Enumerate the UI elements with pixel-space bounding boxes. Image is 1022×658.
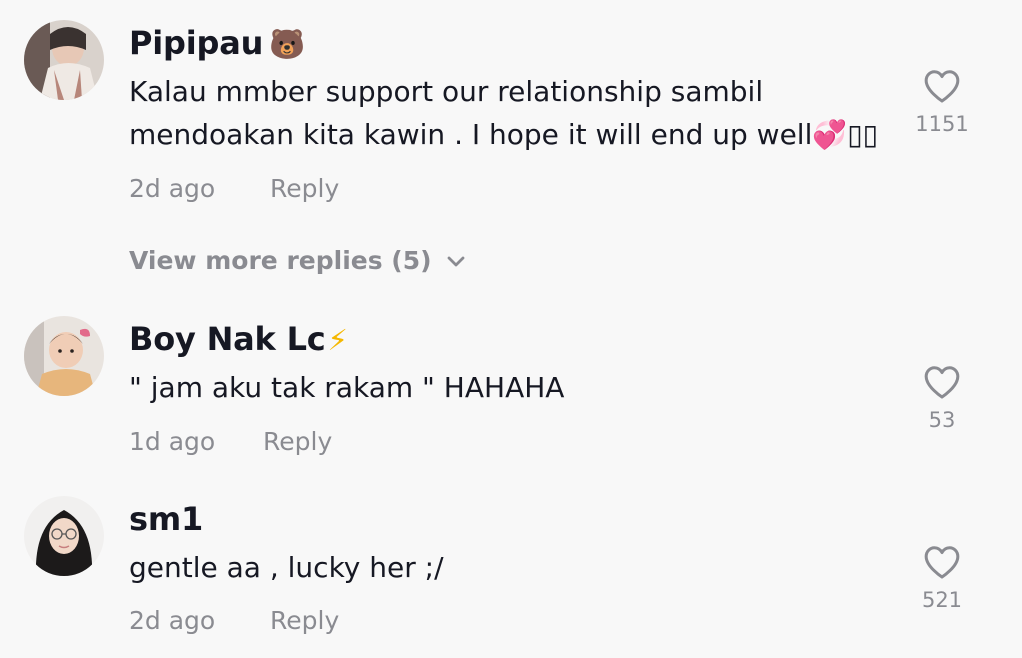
username[interactable]: Pipipau 🐻 (129, 24, 305, 62)
username-text[interactable]: Boy Nak Lc (129, 320, 326, 358)
heart-outline-icon[interactable] (923, 364, 961, 400)
avatar[interactable] (24, 20, 104, 100)
chevron-down-icon[interactable] (446, 255, 466, 269)
view-more-replies-button[interactable]: View more replies (5) (129, 246, 466, 275)
reply-button[interactable]: Reply (263, 427, 332, 456)
username[interactable]: Boy Nak Lc⚡ (129, 320, 348, 358)
comment-time: 2d ago (129, 174, 216, 203)
view-more-replies-label[interactable]: View more replies (5) (129, 246, 432, 275)
comment-text-line: mendoakan kita kawin . I hope it will en… (129, 118, 879, 151)
like-count: 1151 (915, 112, 969, 136)
username-text[interactable]: sm1 (129, 500, 203, 538)
comment-meta: 2d ago Reply (129, 174, 339, 203)
like-count: 521 (921, 588, 963, 612)
like-button[interactable]: 521 (912, 544, 972, 612)
comment-time: 1d ago (129, 427, 216, 456)
username[interactable]: sm1 (129, 500, 203, 538)
bear-emoji-icon: 🐻 (269, 27, 306, 61)
comment-meta: 2d ago Reply (129, 606, 339, 635)
heart-outline-icon[interactable] (923, 544, 961, 580)
username-text[interactable]: Pipipau (129, 24, 263, 62)
like-button[interactable]: 1151 (912, 68, 972, 136)
reply-button[interactable]: Reply (270, 174, 339, 203)
avatar[interactable] (24, 316, 104, 396)
comment-text-line: gentle aa , lucky her ;/ (129, 551, 444, 584)
comment-text: " jam aku tak rakam " HAHAHA (129, 366, 889, 409)
comment-text-line: " jam aku tak rakam " HAHAHA (129, 371, 565, 404)
comment-meta: 1d ago Reply (129, 427, 332, 456)
heart-outline-icon[interactable] (923, 68, 961, 104)
comment-text-line: Kalau mmber support our relationship sam… (129, 75, 764, 108)
comment-time: 2d ago (129, 606, 216, 635)
avatar[interactable] (24, 496, 104, 576)
like-button[interactable]: 53 (912, 364, 972, 432)
like-count: 53 (928, 408, 956, 432)
comment-text: gentle aa , lucky her ;/ (129, 546, 889, 589)
lightning-emoji-icon: ⚡ (327, 323, 348, 357)
reply-button[interactable]: Reply (270, 606, 339, 635)
comment-text: Kalau mmber support our relationship sam… (129, 70, 889, 156)
